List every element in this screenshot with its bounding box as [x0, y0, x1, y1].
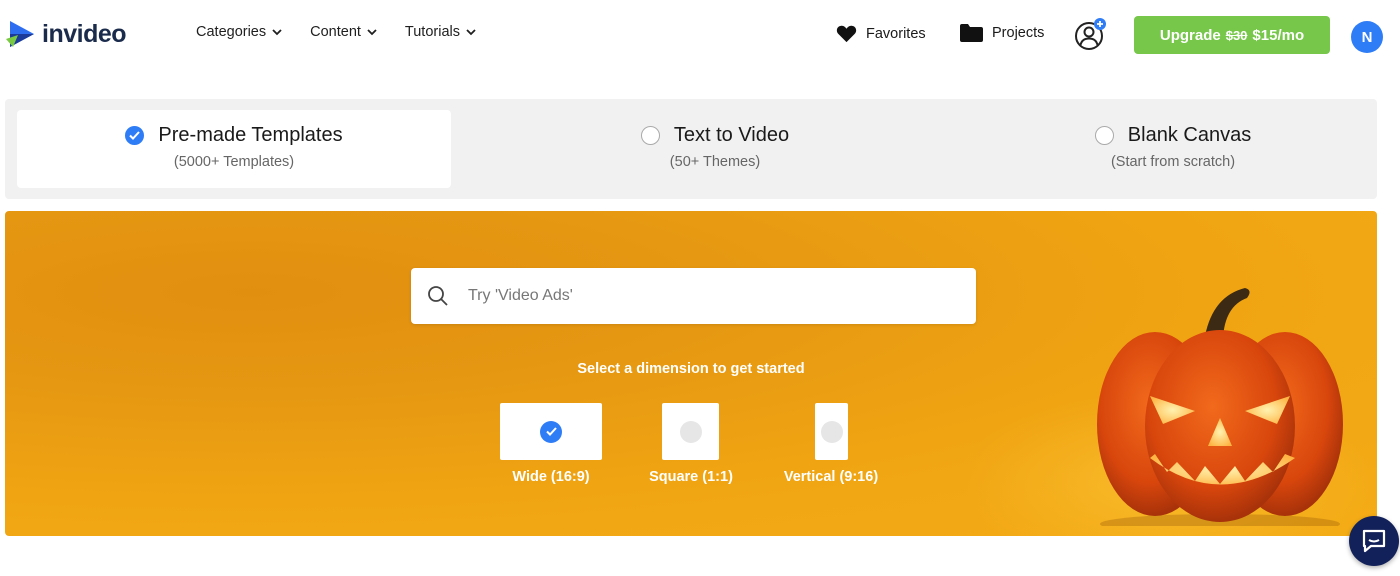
- dimension-unselected-icon: [679, 420, 702, 443]
- header-actions: Favorites Projects Upgrade $30 $15/mo N: [800, 16, 1400, 54]
- user-avatar[interactable]: N: [1351, 21, 1383, 53]
- radio-checked-icon: [125, 126, 145, 145]
- favorites-link[interactable]: Favorites: [836, 24, 926, 43]
- nav-tutorials-label: Tutorials: [404, 24, 460, 40]
- search-input[interactable]: [466, 286, 950, 306]
- favorites-label: Favorites: [866, 25, 926, 42]
- upgrade-new-price: $15/mo: [1252, 26, 1305, 44]
- dimension-wide-label[interactable]: Wide (16:9): [481, 469, 621, 485]
- upgrade-old-price: $30: [1225, 27, 1248, 43]
- mode-subtitle: (5000+ Templates): [173, 154, 295, 170]
- mode-title: Text to Video: [673, 124, 790, 146]
- heart-icon: [836, 25, 857, 43]
- invideo-logo-icon: [6, 21, 34, 47]
- folder-icon: [960, 24, 983, 42]
- mode-title: Blank Canvas: [1127, 124, 1252, 146]
- add-user-icon: [1075, 18, 1106, 50]
- upgrade-label: Upgrade: [1159, 26, 1221, 44]
- top-header: invideo Categories Content Tutorials Fav…: [0, 0, 1400, 70]
- chevron-down-icon: [367, 29, 377, 36]
- nav-content[interactable]: Content: [310, 24, 378, 40]
- dimension-selected-icon: [540, 420, 562, 443]
- dimension-vertical-label[interactable]: Vertical (9:16): [761, 469, 901, 485]
- dimension-wide-card[interactable]: [500, 403, 602, 460]
- invideo-logo[interactable]: invideo: [6, 16, 127, 52]
- mode-subtitle: (Start from scratch): [1110, 154, 1236, 170]
- radio-icon: [1094, 126, 1114, 145]
- mode-title: Pre-made Templates: [158, 124, 343, 146]
- check-icon: [129, 131, 141, 140]
- dimension-square-card[interactable]: [662, 403, 719, 460]
- projects-label: Projects: [992, 25, 1045, 41]
- logo-text: invideo: [42, 19, 127, 48]
- nav-content-label: Content: [310, 24, 361, 40]
- chevron-down-icon: [272, 29, 282, 36]
- nav-categories-label: Categories: [196, 24, 267, 40]
- nav-categories[interactable]: Categories: [196, 24, 283, 40]
- jack-o-lantern-image: [1097, 288, 1343, 526]
- creation-mode-selector: Pre-made Templates (5000+ Templates) Tex…: [5, 99, 1377, 199]
- mode-text-to-video[interactable]: Text to Video (50+ Themes): [497, 110, 933, 188]
- template-search-box[interactable]: [411, 268, 976, 324]
- mode-premade-templates[interactable]: Pre-made Templates (5000+ Templates): [17, 110, 451, 188]
- dimension-unselected-icon: [820, 420, 843, 443]
- dimension-vertical-card[interactable]: [815, 403, 848, 460]
- dimension-square-label[interactable]: Square (1:1): [621, 469, 761, 485]
- mode-blank-canvas[interactable]: Blank Canvas (Start from scratch): [955, 110, 1391, 188]
- chevron-down-icon: [466, 29, 476, 36]
- nav-tutorials[interactable]: Tutorials: [405, 24, 477, 40]
- search-icon: [428, 286, 448, 306]
- main-nav: Categories Content Tutorials: [196, 24, 504, 40]
- upgrade-button[interactable]: Upgrade $30 $15/mo: [1134, 16, 1330, 54]
- chat-icon: [1362, 529, 1386, 553]
- projects-link[interactable]: Projects: [960, 24, 1044, 42]
- hero-banner: Select a dimension to get started Wide (…: [5, 211, 1377, 536]
- radio-icon: [640, 126, 660, 145]
- check-icon: [545, 427, 557, 436]
- chat-support-button[interactable]: [1349, 516, 1399, 566]
- add-user-button[interactable]: [1074, 18, 1108, 52]
- mode-subtitle: (50+ Themes): [669, 154, 761, 170]
